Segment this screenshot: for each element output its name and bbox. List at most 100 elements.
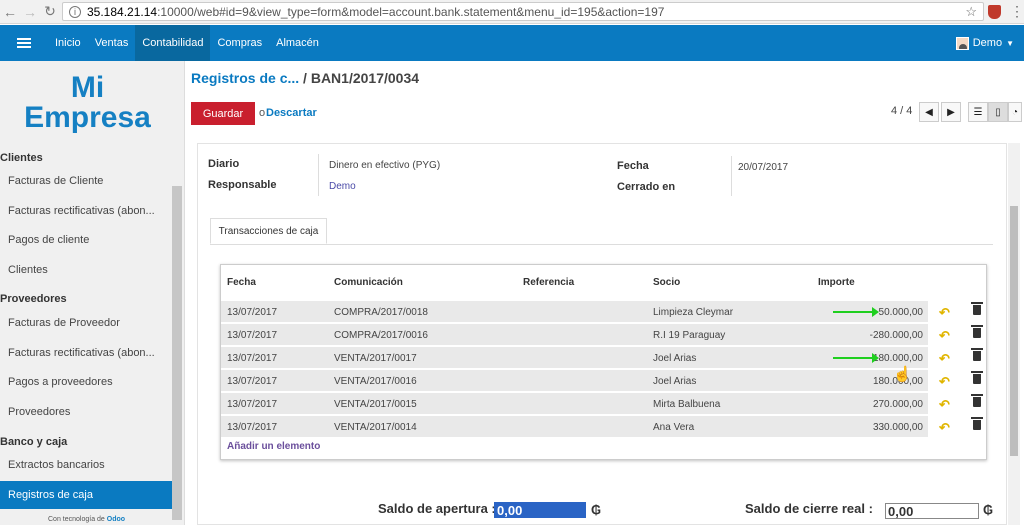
responsable-label: Responsable (208, 179, 277, 191)
sidebar-item-facturas-proveedor[interactable]: Facturas de Proveedor (8, 317, 120, 329)
column-header-fecha[interactable]: Fecha (227, 277, 256, 288)
logo-line-1: Mi (70, 71, 105, 104)
tab-transacciones-caja[interactable]: Transacciones de caja (210, 218, 327, 244)
reload-icon[interactable]: ↻ (40, 2, 60, 22)
trash-icon[interactable] (971, 417, 983, 430)
user-menu[interactable]: Demo ▼ (955, 25, 1014, 61)
form-sheet: Diario Dinero en efectivo (PYG) Responsa… (197, 143, 1007, 525)
menu-ventas[interactable]: Ventas (88, 25, 136, 61)
breadcrumb: Registros de c... / BAN1/2017/0034 (191, 70, 419, 86)
column-header-socio[interactable]: Socio (653, 277, 680, 288)
scrollbar-thumb[interactable] (1010, 206, 1018, 456)
menu-compras[interactable]: Compras (210, 25, 269, 61)
browser-menu-icon[interactable]: ⋮ (1010, 3, 1024, 20)
save-button[interactable]: Guardar (191, 102, 255, 125)
pager-counter[interactable]: 4 / 4 (891, 105, 912, 117)
trash-icon[interactable] (971, 371, 983, 384)
transactions-table: Fecha Comunicación Referencia Socio Impo… (220, 264, 987, 460)
reconcile-undo-icon[interactable]: ↶ (939, 351, 950, 367)
sidebar-item-extractos-bancarios[interactable]: Extractos bancarios (8, 459, 105, 471)
forward-icon[interactable]: → (20, 2, 40, 22)
sidebar-scrollbar[interactable] (172, 186, 182, 520)
trash-icon[interactable] (971, 348, 983, 361)
opening-balance-label: Saldo de apertura : (378, 501, 496, 516)
cell-fecha: 13/07/2017 (227, 330, 278, 341)
back-icon[interactable]: ← (0, 2, 20, 22)
opening-currency: ₲ (591, 502, 602, 517)
table-row[interactable]: 13/07/2017 VENTA/2017/0014 Ana Vera 330.… (221, 416, 928, 438)
sidebar-section-banco-caja: Banco y caja (0, 436, 68, 448)
chevron-down-icon: ▼ (1006, 38, 1014, 48)
menu-contabilidad[interactable]: Contabilidad (135, 25, 211, 61)
sidebar-item-registros-caja[interactable]: Registros de caja (0, 481, 172, 509)
annotation-arrow-icon (833, 307, 879, 317)
pager-previous-icon[interactable]: ◀ (919, 102, 939, 122)
cell-comunicacion: VENTA/2017/0017 (334, 353, 417, 364)
table-row[interactable]: 13/07/2017 VENTA/2017/0015 Mirta Balbuen… (221, 393, 928, 415)
trash-icon[interactable] (971, 394, 983, 407)
sidebar-item-pagos-cliente[interactable]: Pagos de cliente (8, 234, 89, 246)
sidebar-item-facturas-cliente[interactable]: Facturas de Cliente (8, 175, 103, 187)
cell-socio: Ana Vera (653, 422, 695, 433)
cell-fecha: 13/07/2017 (227, 307, 278, 318)
column-header-importe[interactable]: Importe (818, 277, 855, 288)
table-row[interactable]: 13/07/2017 VENTA/2017/0017 Joel Arias 18… (221, 347, 928, 369)
cell-importe: -280.000,00 (869, 330, 923, 341)
cell-importe: 270.000,00 (872, 399, 923, 410)
sidebar-item-facturas-rectificativas-proveedor[interactable]: Facturas rectificativas (abon... (8, 347, 155, 359)
url-path: :10000/web#id=9&view_type=form&model=acc… (157, 4, 665, 19)
sidebar-item-clientes[interactable]: Clientes (8, 264, 48, 276)
table-row[interactable]: 13/07/2017 VENTA/2017/0016 Joel Arias 18… (221, 370, 928, 392)
or-text: o (259, 107, 266, 119)
reconcile-undo-icon[interactable]: ↶ (939, 420, 950, 436)
cell-fecha: 13/07/2017 (227, 422, 278, 433)
bookmark-star-icon[interactable]: ☆ (965, 4, 977, 20)
reconcile-undo-icon[interactable]: ↶ (939, 374, 950, 390)
reconcile-undo-icon[interactable]: ↶ (939, 305, 950, 321)
cell-socio: Limpieza Cleymar (653, 307, 734, 318)
company-logo[interactable]: Mi Empresa (0, 73, 175, 133)
annotation-arrow-icon (833, 353, 879, 363)
address-bar[interactable]: i 35.184.21.14:10000/web#id=9&view_type=… (62, 2, 984, 21)
opening-balance-input[interactable]: 0,00 (494, 502, 586, 518)
cell-importe: 330.000,00 (872, 422, 923, 433)
closing-balance-input[interactable]: 0,00 (885, 503, 979, 519)
menu-almacen[interactable]: Almacén (269, 25, 326, 61)
reconcile-undo-icon[interactable]: ↶ (939, 328, 950, 344)
menu-inicio[interactable]: Inicio (48, 25, 88, 61)
trash-icon[interactable] (971, 325, 983, 338)
powered-prefix: Con tecnología de (48, 516, 105, 523)
breadcrumb-parent[interactable]: Registros de c... (191, 70, 299, 86)
column-header-comunicacion[interactable]: Comunicación (334, 277, 403, 288)
row-actions: ↶ (929, 370, 987, 392)
discard-button[interactable]: Descartar (266, 107, 317, 119)
field-divider (318, 154, 319, 196)
sidebar-item-proveedores[interactable]: Proveedores (8, 406, 70, 418)
cell-socio: R.I 19 Paraguay (653, 330, 726, 341)
diario-value: Dinero en efectivo (PYG) (329, 160, 441, 171)
list-view-icon[interactable]: ☰ (968, 102, 988, 122)
info-icon[interactable]: i (69, 5, 81, 18)
table-row[interactable]: 13/07/2017 COMPRA/2017/0018 Limpieza Cle… (221, 301, 928, 323)
cell-socio: Mirta Balbuena (653, 399, 721, 410)
extension-shield-icon[interactable] (988, 5, 1001, 19)
main-scrollbar[interactable] (1008, 143, 1020, 525)
closing-balance-label: Saldo de cierre real : (745, 501, 873, 516)
cell-socio: Joel Arias (653, 353, 697, 364)
sidebar-item-pagos-proveedores[interactable]: Pagos a proveedores (8, 376, 113, 388)
reconcile-undo-icon[interactable]: ↶ (939, 397, 950, 413)
graph-view-icon[interactable]: ◔ (1008, 102, 1022, 122)
breadcrumb-separator: / (299, 70, 311, 86)
table-row[interactable]: 13/07/2017 COMPRA/2017/0016 R.I 19 Parag… (221, 324, 928, 346)
odoo-link[interactable]: Odoo (107, 516, 125, 523)
pager-next-icon[interactable]: ▶ (941, 102, 961, 122)
sidebar-item-facturas-rectificativas-cliente[interactable]: Facturas rectificativas (abon... (8, 205, 155, 217)
row-actions: ↶ (929, 324, 987, 346)
form-view-icon[interactable]: ▯ (988, 102, 1008, 122)
column-header-referencia[interactable]: Referencia (523, 277, 574, 288)
add-line-link[interactable]: Añadir un elemento (227, 441, 320, 452)
hamburger-menu-icon[interactable] (17, 38, 31, 48)
trash-icon[interactable] (971, 302, 983, 315)
responsable-value[interactable]: Demo (329, 181, 356, 192)
cell-fecha: 13/07/2017 (227, 376, 278, 387)
